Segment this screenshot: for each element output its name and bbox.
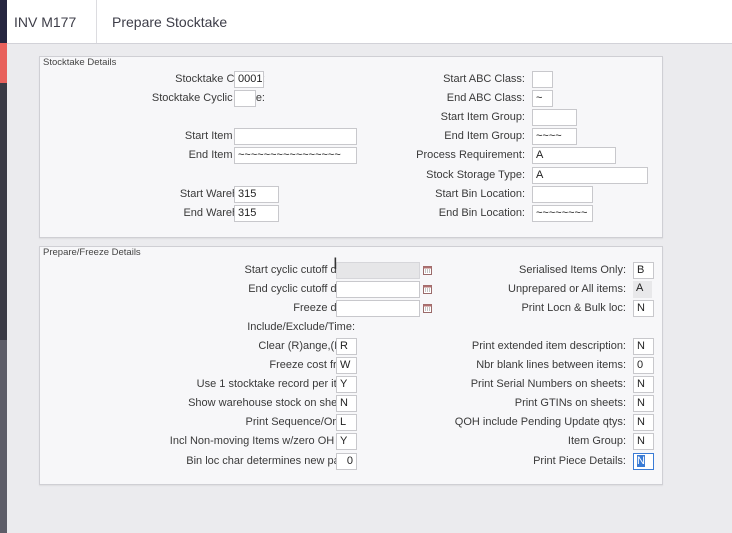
left-nav-strip bbox=[0, 0, 7, 533]
stocktake-cyclic-input[interactable] bbox=[234, 90, 256, 107]
qoh-pending-label: QOH include Pending Update qtys: bbox=[454, 416, 626, 428]
end-item-group-label: End Item Group: bbox=[444, 130, 525, 142]
calendar-icon[interactable] bbox=[423, 285, 432, 294]
start-abc-label: Start ABC Class: bbox=[443, 73, 525, 85]
print-serial-input[interactable]: N bbox=[633, 376, 654, 393]
show-warehouse-input[interactable]: N bbox=[336, 395, 357, 412]
calendar-icon[interactable] bbox=[423, 266, 432, 275]
print-extended-label: Print extended item description: bbox=[471, 340, 626, 352]
page-title: Prepare Stocktake bbox=[112, 14, 228, 30]
print-serial-label: Print Serial Numbers on sheets: bbox=[470, 378, 626, 390]
panel-title: Stocktake Details bbox=[43, 57, 117, 68]
print-gtin-label: Print GTINs on sheets: bbox=[514, 397, 626, 409]
freeze-cost-input[interactable]: W bbox=[336, 357, 357, 374]
start-item-input[interactable] bbox=[234, 128, 357, 145]
calendar-icon[interactable] bbox=[423, 304, 432, 313]
panel-title: Prepare/Freeze Details bbox=[43, 247, 141, 258]
print-piece-value: N bbox=[637, 455, 645, 467]
qoh-pending-input[interactable]: N bbox=[633, 414, 654, 431]
freeze-date-input[interactable] bbox=[336, 300, 420, 317]
start-bin-label: Start Bin Location: bbox=[435, 188, 525, 200]
text-cursor-icon: I bbox=[333, 254, 338, 273]
process-requirement-input[interactable]: A bbox=[532, 147, 616, 164]
item-group-input[interactable]: N bbox=[633, 433, 654, 450]
end-bin-label: End Bin Location: bbox=[438, 207, 525, 219]
nav-strip-top bbox=[0, 0, 7, 43]
end-item-group-input[interactable]: ~~~~ bbox=[532, 128, 577, 145]
incl-nonmoving-label: Incl Non-moving Items w/zero OH bal: bbox=[169, 435, 355, 447]
use-one-record-label: Use 1 stocktake record per item: bbox=[196, 378, 355, 390]
use-one-record-input[interactable]: Y bbox=[336, 376, 357, 393]
end-abc-label: End ABC Class: bbox=[446, 92, 525, 104]
start-warehouse-input[interactable]: 315 bbox=[234, 186, 279, 203]
prepare-freeze-panel: Prepare/Freeze Details Start cyclic cuto… bbox=[39, 246, 663, 485]
stock-storage-type-label: Stock Storage Type: bbox=[426, 169, 525, 181]
unprepared-label: Unprepared or All items: bbox=[508, 283, 626, 295]
stock-storage-type-input[interactable]: A bbox=[532, 167, 648, 184]
page-header: INV M177 Prepare Stocktake bbox=[7, 0, 732, 44]
show-warehouse-label: Show warehouse stock on sheets: bbox=[188, 397, 355, 409]
item-group-label: Item Group: bbox=[567, 435, 626, 447]
end-abc-input[interactable]: ~ bbox=[532, 90, 553, 107]
unprepared-value: A bbox=[633, 281, 652, 298]
print-locn-label: Print Locn & Bulk loc: bbox=[521, 302, 626, 314]
binloc-char-label: Bin loc char determines new page: bbox=[186, 455, 355, 467]
serialised-only-input[interactable]: B bbox=[633, 262, 654, 279]
nav-strip-active-marker bbox=[0, 43, 7, 83]
nbr-blank-lines-label: Nbr blank lines between items: bbox=[476, 359, 626, 371]
end-bin-input[interactable]: ~~~~~~~~ bbox=[532, 205, 593, 222]
stocktake-control-input[interactable]: 0001 bbox=[234, 71, 264, 88]
print-locn-input[interactable]: N bbox=[633, 300, 654, 317]
end-cutoff-input[interactable] bbox=[336, 281, 420, 298]
header-divider bbox=[96, 0, 97, 43]
nbr-blank-lines-input[interactable]: 0 bbox=[633, 357, 654, 374]
include-exclude-label: Include/Exclude/Time: bbox=[247, 321, 355, 333]
clear-range-input[interactable]: R bbox=[336, 338, 357, 355]
start-item-group-input[interactable] bbox=[532, 109, 577, 126]
print-piece-label: Print Piece Details: bbox=[533, 455, 626, 467]
stocktake-details-panel: Stocktake Details Stocktake Control: 000… bbox=[39, 56, 663, 238]
print-piece-input[interactable]: N bbox=[633, 453, 654, 470]
binloc-char-input[interactable]: 0 bbox=[336, 453, 357, 470]
print-extended-input[interactable]: N bbox=[633, 338, 654, 355]
print-sequence-input[interactable]: L bbox=[336, 414, 357, 431]
program-code: INV M177 bbox=[14, 14, 77, 30]
print-gtin-input[interactable]: N bbox=[633, 395, 654, 412]
nav-strip-lower bbox=[0, 340, 7, 533]
start-abc-input[interactable] bbox=[532, 71, 553, 88]
start-item-group-label: Start Item Group: bbox=[440, 111, 525, 123]
process-requirement-label: Process Requirement: bbox=[416, 149, 525, 161]
serialised-only-label: Serialised Items Only: bbox=[519, 264, 626, 276]
start-cutoff-input[interactable] bbox=[336, 262, 420, 279]
incl-nonmoving-input[interactable]: Y bbox=[336, 433, 357, 450]
start-bin-input[interactable] bbox=[532, 186, 593, 203]
end-item-input[interactable]: ~~~~~~~~~~~~~~~~ bbox=[234, 147, 357, 164]
end-warehouse-input[interactable]: 315 bbox=[234, 205, 279, 222]
